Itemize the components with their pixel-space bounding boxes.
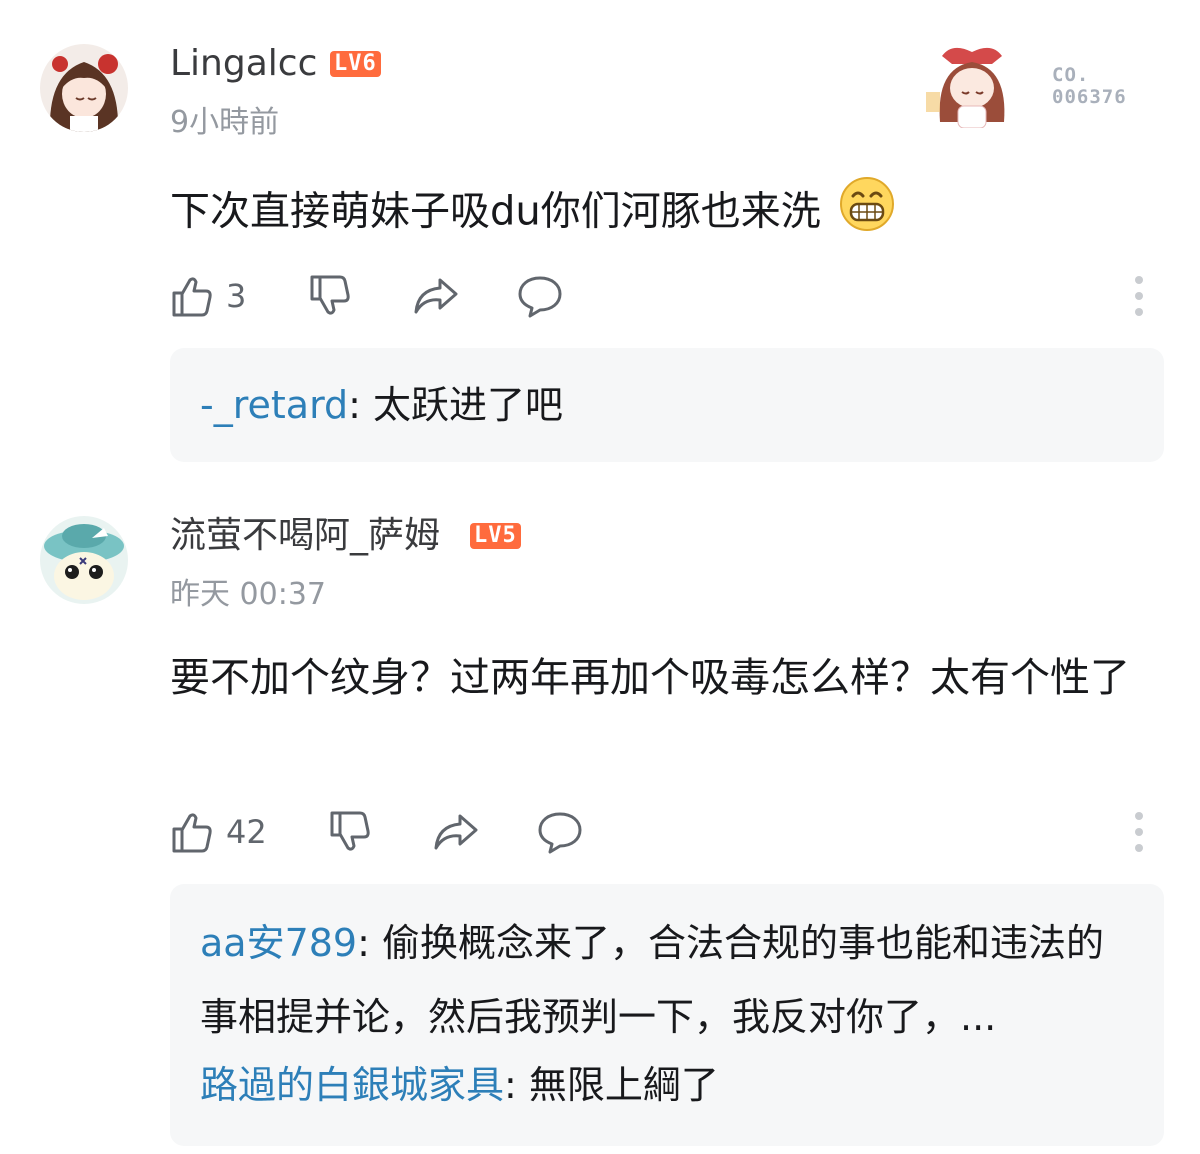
- thumbs-down-icon: [310, 275, 350, 315]
- like-count: 3: [226, 277, 247, 315]
- avatar[interactable]: [40, 44, 128, 132]
- comment-text: 要不加个纹身？过两年再加个吸毒怎么样？太有个性了: [170, 655, 1130, 701]
- username[interactable]: Lingalcc: [170, 46, 317, 82]
- timestamp: 9小時前: [170, 105, 280, 140]
- thumbs-down-icon: [330, 811, 370, 851]
- reply-text: : 太跃进了吧: [348, 383, 564, 427]
- fan-card-character-icon: [926, 47, 1005, 128]
- share-icon: [414, 278, 458, 314]
- like-button[interactable]: 3: [170, 272, 246, 320]
- comment-actions: 3: [170, 272, 1160, 320]
- level-badge: LV5: [470, 523, 521, 549]
- fan-card-number: 006376: [1052, 86, 1127, 108]
- reply-preview[interactable]: aa安789: 偷换概念来了，合法合规的事也能和违法的事相提并论，然后我预判一下…: [170, 884, 1164, 1146]
- reply-preview[interactable]: -_retard: 太跃进了吧: [170, 348, 1164, 462]
- comment-text: 下次直接萌妹子吸du你们河豚也来洗: [170, 176, 1160, 251]
- comment-item: 流萤不喝阿_萨姆 LV5 昨天 00:37 要不加个纹身？过两年再加个吸毒怎么样…: [0, 480, 1200, 1154]
- reply-button[interactable]: [516, 272, 564, 320]
- reply-username[interactable]: 路過的白銀城家具: [200, 1063, 504, 1107]
- thumbs-up-icon: [172, 813, 212, 853]
- share-icon: [434, 814, 478, 850]
- comment-text-body: 下次直接萌妹子吸du你们河豚也来洗: [170, 188, 821, 235]
- reply-item[interactable]: 路過的白銀城家具: 無限上綱了: [200, 1048, 1134, 1122]
- share-button[interactable]: [432, 808, 480, 856]
- reply-item[interactable]: aa安789: 偷换概念来了，合法合规的事也能和违法的事相提并论，然后我预判一下…: [200, 906, 1134, 1054]
- reply-button[interactable]: [536, 808, 584, 856]
- reply-text: : 無限上綱了: [504, 1063, 719, 1107]
- share-button[interactable]: [412, 272, 460, 320]
- level-badge: LV6: [330, 51, 381, 77]
- dislike-button[interactable]: [308, 272, 352, 320]
- comment-actions: 42: [170, 808, 1160, 856]
- like-count: 42: [226, 813, 267, 851]
- avatar[interactable]: [40, 516, 128, 604]
- more-vertical-icon[interactable]: [1135, 276, 1145, 324]
- comment-icon: [518, 276, 562, 318]
- grin-emoji-icon: [839, 176, 895, 251]
- timestamp: 昨天 00:37: [170, 577, 326, 612]
- dislike-button[interactable]: [328, 808, 372, 856]
- more-vertical-icon[interactable]: [1135, 812, 1145, 860]
- reply-username[interactable]: -_retard: [200, 383, 348, 427]
- username[interactable]: 流萤不喝阿_萨姆: [170, 518, 440, 554]
- thumbs-up-icon: [172, 277, 212, 317]
- reply-item[interactable]: -_retard: 太跃进了吧: [200, 368, 1134, 442]
- fan-card-label: CO.: [1052, 64, 1090, 86]
- reply-username[interactable]: aa安789: [200, 921, 357, 965]
- like-button[interactable]: 42: [170, 808, 267, 856]
- comment-icon: [538, 812, 582, 854]
- comment-item: Lingalcc LV6 9小時前 CO. 006376 下次直接萌妹子吸du你…: [0, 0, 1200, 480]
- fan-card-badge[interactable]: CO. 006376: [922, 42, 1152, 128]
